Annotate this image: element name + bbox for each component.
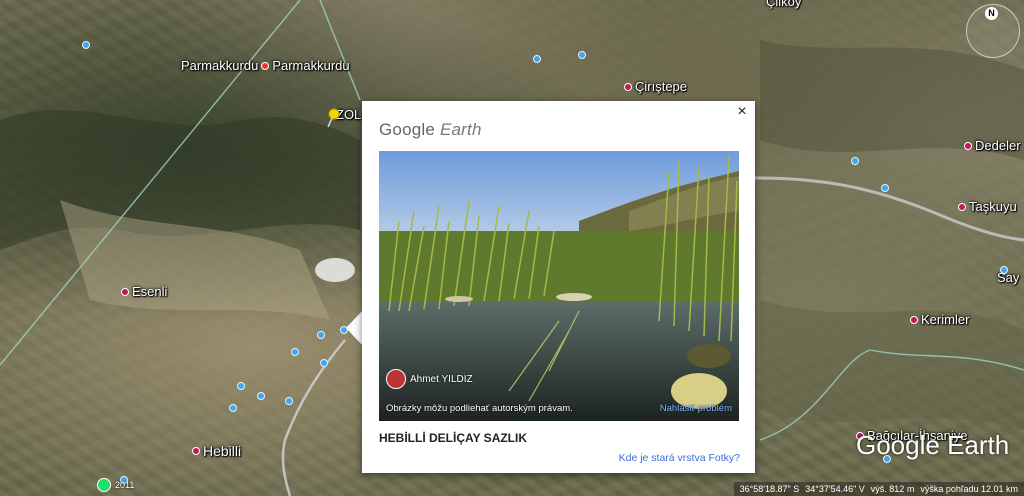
popup-pointer xyxy=(346,310,363,346)
photo-marker-icon[interactable] xyxy=(317,331,325,339)
popup-photo[interactable]: Ahmet YILDIZ Obrázky môžu podliehať auto… xyxy=(379,151,739,421)
report-problem-link[interactable]: Nahlásiť problém xyxy=(660,403,732,414)
photo-marker-icon[interactable] xyxy=(578,51,586,59)
photo-marker-icon[interactable] xyxy=(320,359,328,367)
place-dot-icon xyxy=(964,141,972,150)
photo-marker-icon[interactable] xyxy=(285,397,293,405)
historical-imagery-icon xyxy=(97,478,111,492)
place-dot-icon xyxy=(192,447,200,455)
compass[interactable]: N xyxy=(966,4,1020,58)
place-kerimler[interactable]: Kerimler xyxy=(910,312,969,327)
copyright-notice: Obrázky môžu podliehať autorským právam. xyxy=(386,403,573,414)
pushpin-icon[interactable] xyxy=(326,108,340,128)
photo-marker-icon[interactable] xyxy=(1000,266,1008,274)
elevation-readout: výš. 812 m xyxy=(870,484,915,494)
photo-marker-icon[interactable] xyxy=(851,157,859,165)
place-dedeler[interactable]: Dedeler xyxy=(964,138,1021,153)
photo-marker-icon[interactable] xyxy=(291,348,299,356)
imagery-date[interactable]: 2011 xyxy=(97,478,134,492)
place-cilkoy[interactable]: Çilköy xyxy=(766,0,801,9)
avatar xyxy=(386,369,406,389)
north-indicator-icon: N xyxy=(985,7,998,20)
close-icon[interactable]: × xyxy=(733,103,751,121)
place-parmakkurdu[interactable]: Parmakkurdu Parmakkurdu xyxy=(181,58,350,73)
latitude-readout: 36°58'18.87" S xyxy=(739,484,800,494)
status-bar: 36°58'18.87" S 34°37'54.46" V výš. 812 m… xyxy=(733,482,1024,496)
place-esenli[interactable]: Esenli xyxy=(121,284,167,299)
photo-marker-icon[interactable] xyxy=(229,404,237,412)
old-photos-layer-link[interactable]: Kde je stará vrstva Fotky? xyxy=(619,452,740,464)
longitude-readout: 34°37'54.46" V xyxy=(805,484,865,494)
photo-popup: Google Earth × Ahmet YILDIZ Obrázky môžu… xyxy=(362,101,755,473)
photo-marker-icon[interactable] xyxy=(82,41,90,49)
google-earth-watermark: Google Earth xyxy=(856,430,1010,460)
photo-marker-icon[interactable] xyxy=(257,392,265,400)
google-earth-logo: Google Earth xyxy=(379,120,482,139)
map-pin-icon xyxy=(261,61,270,70)
photo-marker-icon[interactable] xyxy=(533,55,541,63)
place-dot-icon xyxy=(910,315,918,324)
place-ciristepe[interactable]: Çirıştepe xyxy=(624,79,687,94)
place-dot-icon xyxy=(958,202,966,211)
place-hebilli[interactable]: Hebilli xyxy=(192,443,241,459)
place-dot-icon xyxy=(624,82,632,91)
photo-author[interactable]: Ahmet YILDIZ xyxy=(386,369,473,389)
view-altitude-readout: výška pohľadu 12.01 km xyxy=(920,484,1018,494)
place-dot-icon xyxy=(121,287,129,296)
photo-marker-icon[interactable] xyxy=(881,184,889,192)
photo-title: HEBİLLİ DELİÇAY SAZLIK xyxy=(379,431,528,445)
place-taskuyu[interactable]: Taşkuyu xyxy=(958,199,1017,214)
photo-marker-icon[interactable] xyxy=(237,382,245,390)
